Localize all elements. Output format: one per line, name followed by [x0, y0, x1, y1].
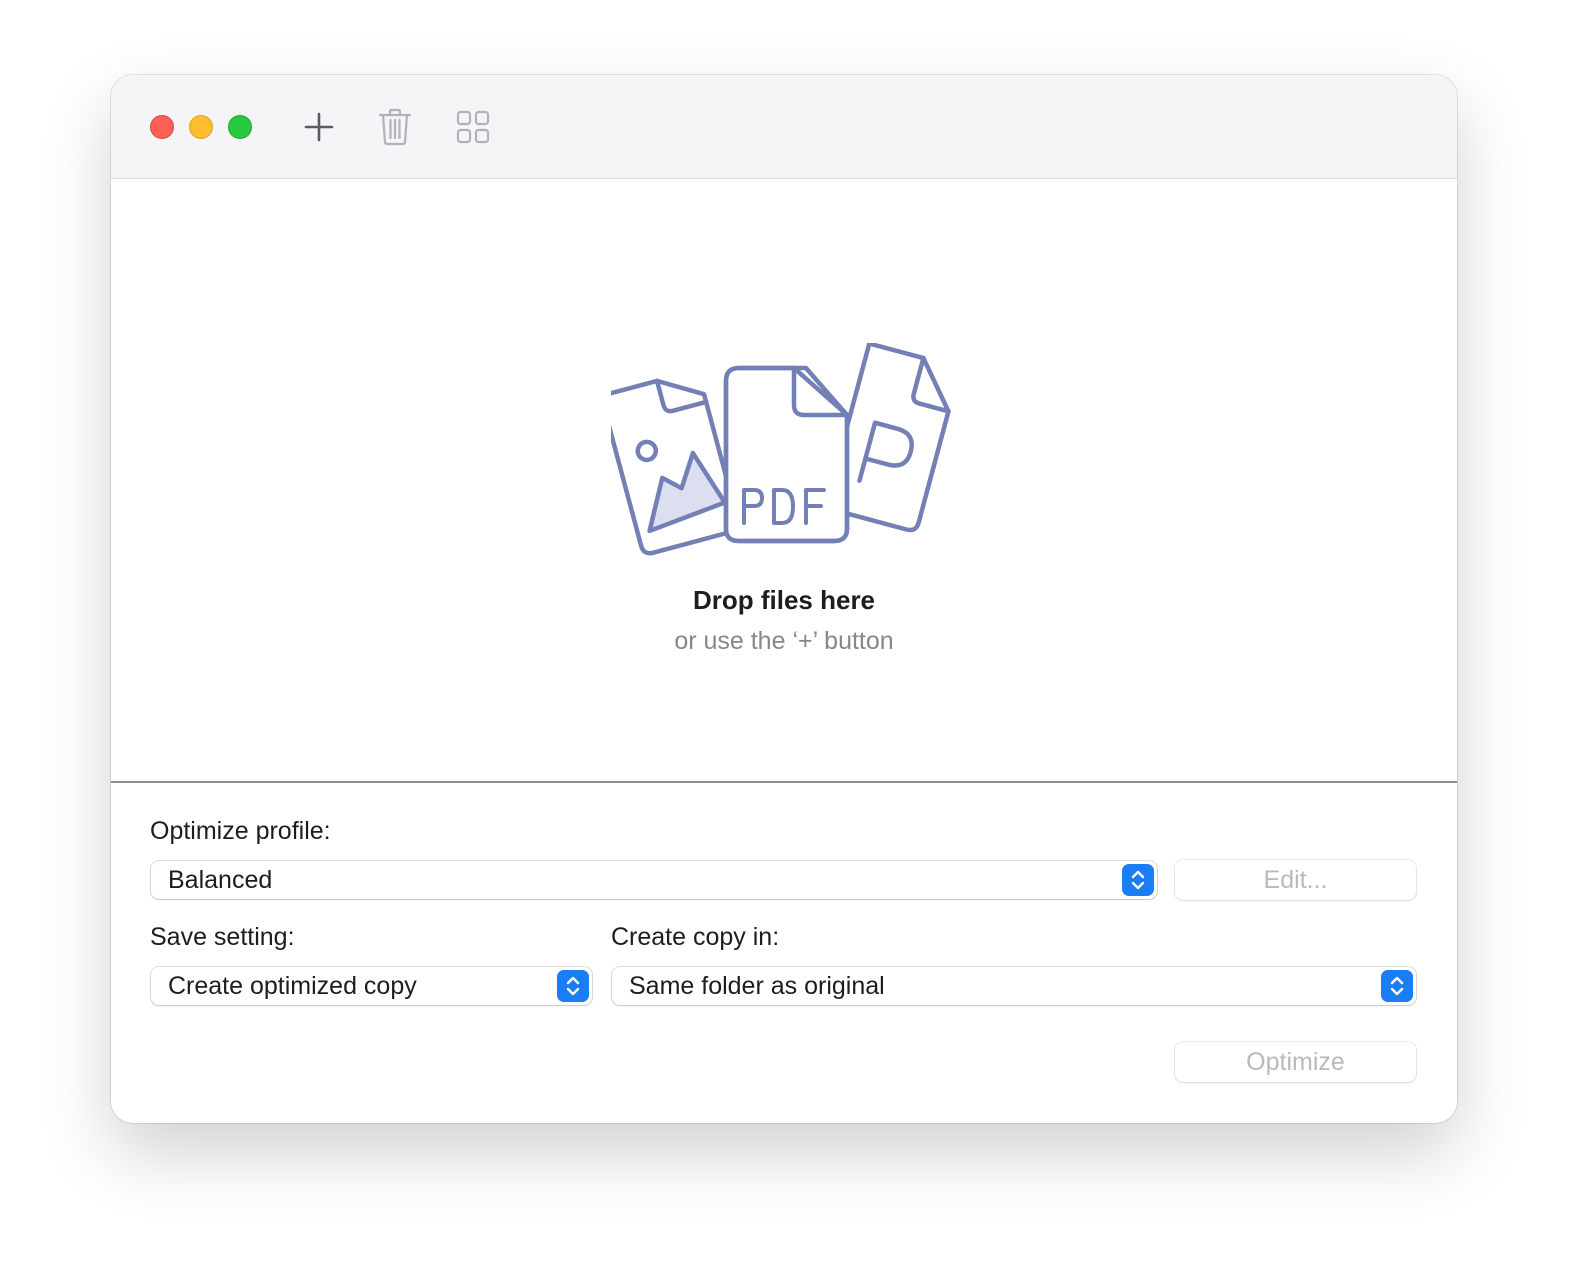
- settings-panel: Optimize profile: Balanced Edit... Save …: [111, 783, 1457, 1123]
- add-files-button[interactable]: [297, 105, 341, 149]
- chevron-up-down-icon: [1381, 970, 1413, 1002]
- create-copy-in-label: Create copy in:: [611, 923, 780, 951]
- delete-button[interactable]: [373, 105, 417, 149]
- optimize-profile-select[interactable]: Balanced: [151, 861, 1157, 899]
- title-bar: [111, 75, 1457, 179]
- create-copy-in-select[interactable]: Same folder as original: [612, 967, 1416, 1005]
- trash-icon: [378, 108, 412, 146]
- drop-files-subtitle: or use the ‘+’ button: [674, 627, 894, 655]
- minimize-window-button[interactable]: [189, 115, 213, 139]
- optimize-profile-label: Optimize profile:: [150, 817, 331, 845]
- optimize-profile-value: Balanced: [168, 866, 273, 894]
- create-copy-in-value: Same folder as original: [629, 972, 885, 1000]
- drop-files-title: Drop files here: [692, 585, 876, 615]
- grid-icon: [456, 110, 490, 144]
- file-drop-zone[interactable]: Drop files here or use the ‘+’ button: [111, 179, 1457, 781]
- grid-view-button[interactable]: [451, 105, 495, 149]
- save-setting-label: Save setting:: [150, 923, 295, 951]
- save-setting-value: Create optimized copy: [168, 972, 417, 1000]
- image-pdf-document-illustration: [611, 343, 951, 556]
- save-setting-select[interactable]: Create optimized copy: [151, 967, 592, 1005]
- chevron-up-down-icon: [557, 970, 589, 1002]
- edit-profile-button[interactable]: Edit...: [1175, 860, 1416, 900]
- app-window: Drop files here or use the ‘+’ button Op…: [111, 75, 1457, 1123]
- optimize-button[interactable]: Optimize: [1175, 1042, 1416, 1082]
- chevron-up-down-icon: [1122, 864, 1154, 896]
- zoom-window-button[interactable]: [228, 115, 252, 139]
- plus-icon: [304, 112, 334, 142]
- close-window-button[interactable]: [150, 115, 174, 139]
